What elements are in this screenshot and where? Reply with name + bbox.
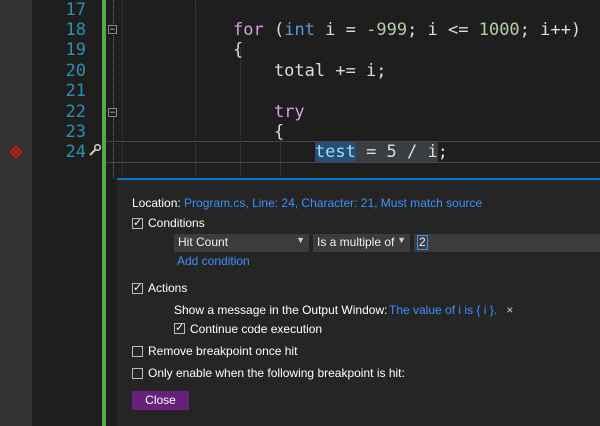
location-label: Location:	[132, 196, 181, 210]
code-line-20[interactable]: total += i;	[233, 61, 387, 82]
fold-icon[interactable]: −	[108, 108, 117, 118]
conditions-label[interactable]: Conditions	[148, 216, 205, 230]
code-text: = 5 / i	[355, 142, 438, 162]
actions-checkbox[interactable]	[132, 281, 143, 294]
line-number: 21	[65, 81, 86, 101]
remove-icon[interactable]: ×	[506, 303, 513, 317]
only-enable-label[interactable]: Only enable when the following breakpoin…	[148, 366, 405, 380]
condition-type-value: Hit Count	[178, 235, 229, 249]
code-text: ; i <=	[407, 20, 479, 40]
location-link[interactable]: Program.cs, Line: 24, Character: 21, Mus…	[184, 196, 482, 210]
code-text: (	[263, 20, 285, 40]
change-tracking-bar	[102, 0, 106, 426]
only-enable-checkbox[interactable]	[132, 368, 143, 379]
code-line-22[interactable]: try	[233, 102, 305, 123]
code-text: ; i++)	[519, 20, 582, 40]
code-line-23[interactable]: {	[233, 122, 284, 143]
conditions-checkbox[interactable]	[132, 216, 143, 229]
condition-operator-value: Is a multiple of	[317, 235, 395, 249]
code-line-19[interactable]: {	[233, 40, 243, 61]
code-text: ;	[437, 142, 448, 162]
chevron-down-icon: ▼	[397, 235, 406, 245]
line-number: 23	[65, 122, 86, 142]
code-line-18[interactable]: for (int i = -999; i <= 1000; i++)	[233, 20, 581, 41]
continue-execution-checkbox[interactable]	[174, 321, 185, 334]
type-keyword: int	[284, 20, 315, 40]
condition-type-select[interactable]: Hit Count ▼	[174, 234, 309, 252]
line-number: 20	[65, 61, 86, 81]
keyword: for	[233, 20, 264, 40]
line-number: 17	[65, 0, 86, 20]
number-literal: 1000	[478, 20, 520, 40]
fold-icon[interactable]: −	[108, 25, 117, 35]
actions-label[interactable]: Actions	[148, 281, 187, 295]
line-number: 18	[65, 20, 86, 40]
add-condition-link[interactable]: Add condition	[177, 254, 250, 268]
condition-operator-select[interactable]: Is a multiple of ▼	[313, 234, 410, 252]
condition-value: 2	[417, 235, 428, 250]
chevron-down-icon: ▼	[296, 235, 305, 245]
breakpoint-icon[interactable]	[10, 146, 22, 158]
continue-execution-label[interactable]: Continue code execution	[190, 322, 322, 336]
remove-breakpoint-label[interactable]: Remove breakpoint once hit	[148, 344, 297, 358]
remove-breakpoint-checkbox[interactable]	[132, 346, 143, 357]
number-literal: -999	[366, 20, 408, 40]
show-message-label: Show a message in the Output Window:	[174, 303, 388, 317]
line-number: 19	[65, 40, 86, 60]
line-number: 24	[65, 142, 86, 162]
wrench-icon[interactable]	[88, 143, 102, 157]
location-row: Location: Program.cs, Line: 24, Characte…	[132, 196, 482, 210]
message-field[interactable]: The value of i is { i }. ×	[389, 303, 513, 317]
code-line-24[interactable]: test = 5 / i;	[233, 142, 448, 163]
glyph-margin[interactable]	[0, 0, 32, 426]
close-button[interactable]: Close	[132, 391, 189, 410]
condition-value-input[interactable]: 2	[414, 234, 600, 252]
code-text: i =	[314, 20, 367, 40]
line-number: 22	[65, 102, 86, 122]
message-value[interactable]: The value of i is { i }.	[389, 303, 497, 317]
highlighted-variable: test	[314, 142, 356, 162]
breakpoint-settings-panel: Location: Program.cs, Line: 24, Characte…	[117, 180, 600, 426]
